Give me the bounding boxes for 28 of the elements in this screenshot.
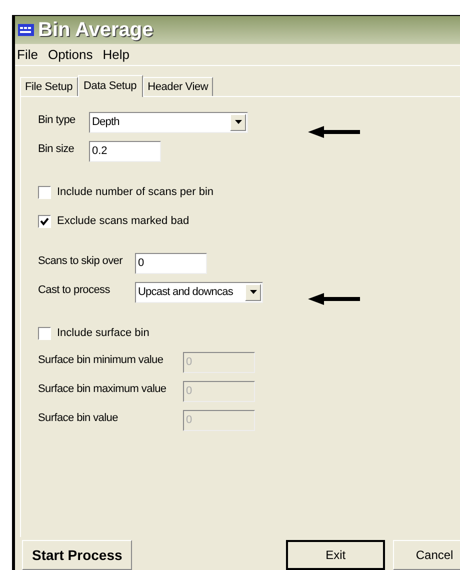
checkbox-label: Include number of scans per bin: [57, 185, 214, 200]
input-field[interactable]: 0: [135, 252, 207, 274]
field-label: Surface bin value: [38, 410, 119, 426]
dropdown[interactable]: Depth: [89, 112, 248, 133]
tab[interactable]: Header View: [142, 76, 214, 96]
menu-item[interactable]: Help: [102, 44, 130, 64]
checkbox-label: Exclude scans marked bad: [57, 214, 190, 230]
cancel-button[interactable]: Cancel: [392, 540, 460, 570]
menu-item[interactable]: Options: [48, 44, 93, 64]
dropdown[interactable]: Upcast and downcas: [135, 282, 263, 303]
field-label: Bin type: [38, 112, 76, 128]
field-label: Cast to process: [38, 282, 111, 298]
menu-item[interactable]: File: [17, 44, 38, 64]
exit-button[interactable]: Exit: [286, 540, 385, 570]
input-field[interactable]: 0.2: [89, 140, 161, 162]
field-label: Scans to skip over: [38, 254, 124, 269]
field-label: Surface bin maximum value: [38, 382, 168, 397]
checkbox-label: Include surface bin: [57, 326, 150, 342]
tab[interactable]: File Setup: [20, 76, 78, 96]
start-process-button[interactable]: Start Process: [22, 540, 132, 570]
field-label: Bin size: [38, 142, 76, 157]
checkbox[interactable]: [38, 186, 51, 199]
window-title: Bin Average: [38, 18, 154, 43]
checkbox[interactable]: [38, 326, 51, 340]
checkbox[interactable]: [38, 214, 51, 228]
tab[interactable]: Data Setup: [78, 74, 143, 97]
field-label: Surface bin minimum value: [38, 352, 164, 368]
app-icon: [18, 24, 34, 36]
